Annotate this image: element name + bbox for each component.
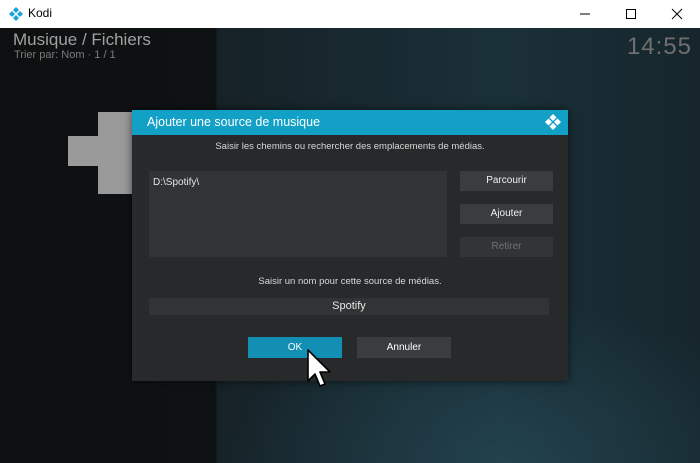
close-icon xyxy=(671,8,683,20)
minimize-icon xyxy=(580,13,590,15)
minimize-button[interactable] xyxy=(562,0,608,28)
browse-button[interactable]: Parcourir xyxy=(460,171,553,191)
page-title: Musique / Fichiers xyxy=(13,30,151,49)
cancel-button[interactable]: Annuler xyxy=(357,337,451,358)
window-title: Kodi xyxy=(28,6,53,20)
maximize-button[interactable] xyxy=(608,0,654,28)
close-button[interactable] xyxy=(654,0,700,28)
maximize-icon xyxy=(626,9,636,19)
mouse-cursor-icon xyxy=(307,349,331,387)
paths-prompt: Saisir les chemins ou rechercher des emp… xyxy=(215,141,485,152)
dialog-header: Ajouter une source de musique xyxy=(132,110,568,135)
dialog-title: Ajouter une source de musique xyxy=(147,115,321,129)
add-button[interactable]: Ajouter xyxy=(460,204,553,224)
list-item[interactable]: D:\Spotify\ xyxy=(153,177,199,188)
remove-button[interactable]: Retirer xyxy=(460,237,553,257)
source-name-field[interactable]: Spotify xyxy=(149,298,549,315)
clock: 14:55 xyxy=(626,33,692,60)
add-music-source-dialog: Ajouter une source de musique Saisir les… xyxy=(132,110,568,381)
kodi-logo-icon xyxy=(545,114,561,130)
sort-info: Trier par: Nom · 1 / 1 xyxy=(14,49,116,61)
kodi-logo-icon xyxy=(9,7,23,21)
name-prompt: Saisir un nom pour cette source de média… xyxy=(258,276,442,287)
window-titlebar: Kodi xyxy=(0,0,700,29)
paths-list[interactable]: D:\Spotify\ xyxy=(149,171,447,257)
